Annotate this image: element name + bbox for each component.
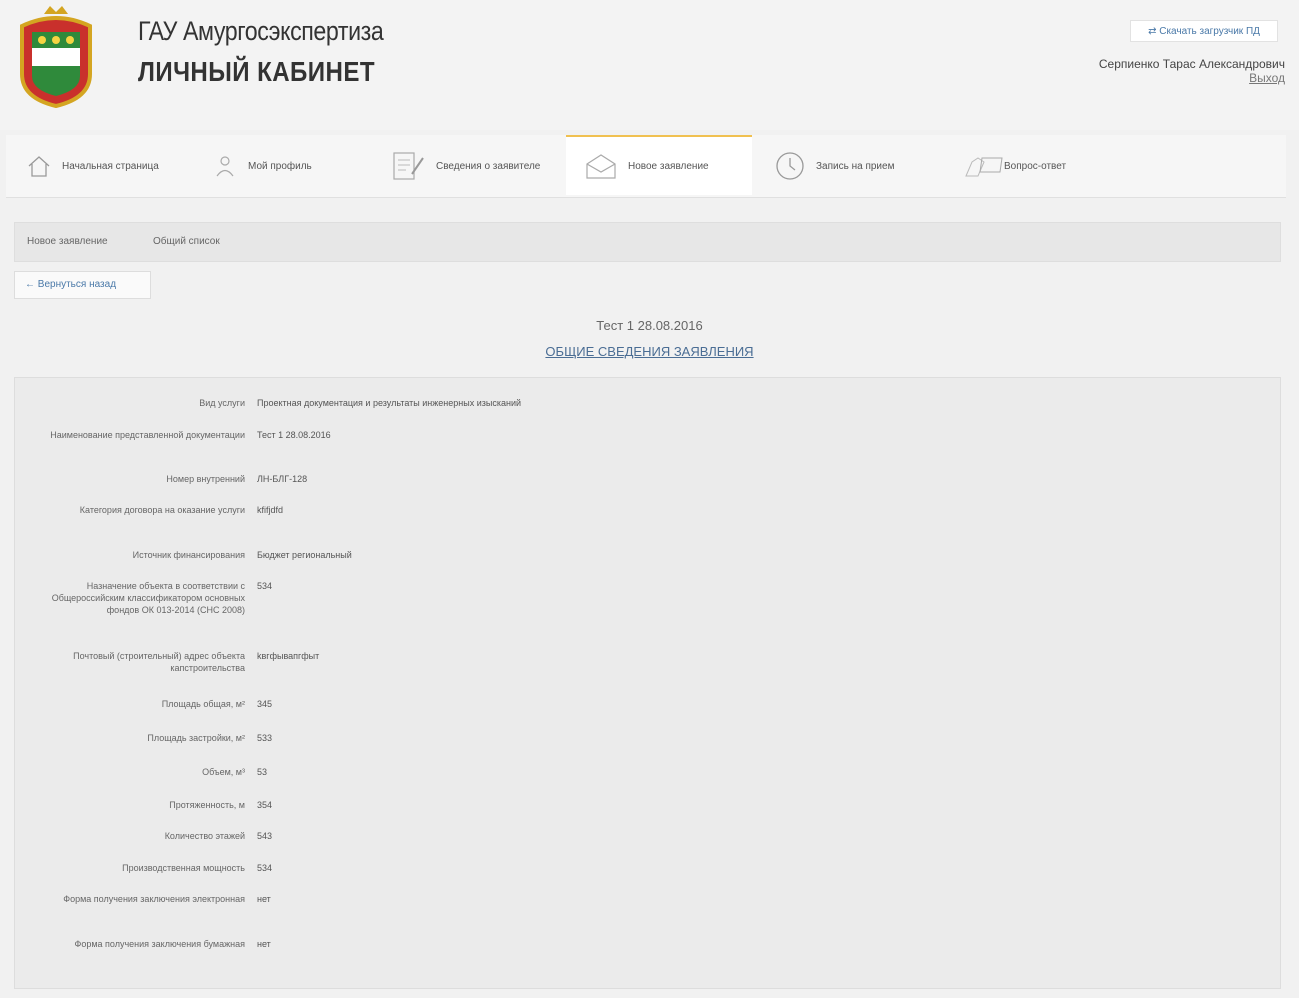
- nav-item-label: Сведения о заявителе: [436, 160, 541, 172]
- nav-item-profile[interactable]: Мой профиль: [212, 135, 362, 197]
- envelope-icon: [586, 154, 616, 179]
- nav-item-label: Вопрос-ответ: [1004, 160, 1067, 172]
- nav-item-applicant[interactable]: Сведения о заявителе: [390, 135, 565, 197]
- organization-title: ГАУ Амургосэкспертиза: [138, 16, 384, 46]
- subtab-general-list[interactable]: Общий список: [153, 236, 220, 247]
- detail-value: Бюджет региональный: [257, 550, 352, 560]
- edit-document-icon: [393, 152, 424, 180]
- detail-label: Источник финансирования: [132, 550, 245, 560]
- detail-value: kfifjdfd: [257, 505, 284, 515]
- detail-value: нет: [257, 939, 271, 949]
- detail-label: Площадь общая, м²: [161, 699, 245, 709]
- general-info-link[interactable]: ОБЩИЕ СВЕДЕНИЯ ЗАЯВЛЕНИЯ: [0, 344, 1299, 359]
- application-title: Тест 1 28.08.2016: [596, 318, 703, 333]
- page: ГАУ Амургосэкспертиза ЛИЧНЫЙ КАБИНЕТ ⇄ С…: [0, 0, 1299, 998]
- detail-value: 354: [257, 800, 273, 810]
- download-loader-label: Скачать загрузчик ПД: [1159, 26, 1260, 37]
- clock-icon: [776, 152, 804, 180]
- detail-label: Площадь застройки, м²: [147, 733, 245, 743]
- detail-label: Объем, м³: [202, 767, 245, 777]
- nav-item-label: Мой профиль: [248, 160, 312, 172]
- detail-label: Почтовый (строительный) адрес объекта ка…: [73, 651, 245, 673]
- detail-value: 533: [257, 733, 273, 743]
- detail-label: Номер внутренний: [166, 474, 245, 484]
- detail-value: нет: [257, 894, 271, 904]
- sub-navigation: Новое заявление Общий список: [14, 222, 1281, 262]
- detail-value: Тест 1 28.08.2016: [257, 430, 331, 440]
- application-details-panel: Вид услуги Проектная документация и резул…: [14, 377, 1281, 989]
- detail-value: ЛН-БЛГ-128: [257, 474, 308, 484]
- cabinet-title: ЛИЧНЫЙ КАБИНЕТ: [138, 56, 375, 87]
- logout-link[interactable]: Выход: [1249, 71, 1285, 85]
- detail-label: Наименование представленной документации: [50, 430, 245, 440]
- nav-item-label: Запись на прием: [816, 160, 895, 172]
- header: ГАУ Амургосэкспертиза ЛИЧНЫЙ КАБИНЕТ ⇄ С…: [0, 0, 1299, 130]
- detail-value: 534: [257, 863, 273, 873]
- download-icon: ⇄: [1148, 26, 1160, 37]
- detail-label: Форма получения заключения электронная: [63, 894, 245, 904]
- detail-value: kвгфывапгфыт: [257, 651, 320, 661]
- nav-item-home[interactable]: Начальная страница: [26, 135, 206, 197]
- main-nav: Начальная страница Мой профиль Сведения …: [6, 135, 1286, 198]
- user-name: Серпиенко Тарас Александрович: [1098, 57, 1285, 71]
- detail-label: Форма получения заключения бумажная: [74, 939, 245, 949]
- nav-item-appointment[interactable]: Запись на прием: [774, 135, 949, 197]
- nav-item-new-application[interactable]: Новое заявление: [566, 135, 752, 195]
- home-icon: [28, 156, 50, 177]
- detail-label: Назначение объекта в соответствии с Обще…: [51, 581, 245, 615]
- nav-item-label: Начальная страница: [62, 160, 159, 172]
- download-loader-button[interactable]: ⇄ Скачать загрузчик ПД: [1130, 20, 1278, 42]
- detail-value: 543: [257, 831, 273, 841]
- detail-value: 534: [257, 581, 273, 591]
- coat-of-arms-logo: [20, 6, 92, 108]
- detail-label: Производственная мощность: [122, 863, 245, 873]
- question-answer-icon: [965, 157, 1003, 177]
- nav-item-label: Новое заявление: [628, 160, 709, 172]
- detail-label: Вид услуги: [199, 398, 245, 408]
- detail-label: Количество этажей: [164, 831, 245, 841]
- detail-value: Проектная документация и результаты инже…: [257, 398, 521, 408]
- subtab-new-application[interactable]: Новое заявление: [27, 236, 108, 247]
- detail-value: 345: [257, 699, 273, 709]
- detail-label: Протяженность, м: [169, 800, 245, 810]
- profile-icon: [216, 156, 234, 177]
- nav-item-faq[interactable]: Вопрос-ответ: [964, 135, 1124, 197]
- detail-label: Категория договора на оказание услуги: [79, 505, 245, 515]
- back-button[interactable]: ← Вернуться назад: [14, 271, 151, 299]
- detail-value: 53: [257, 767, 268, 777]
